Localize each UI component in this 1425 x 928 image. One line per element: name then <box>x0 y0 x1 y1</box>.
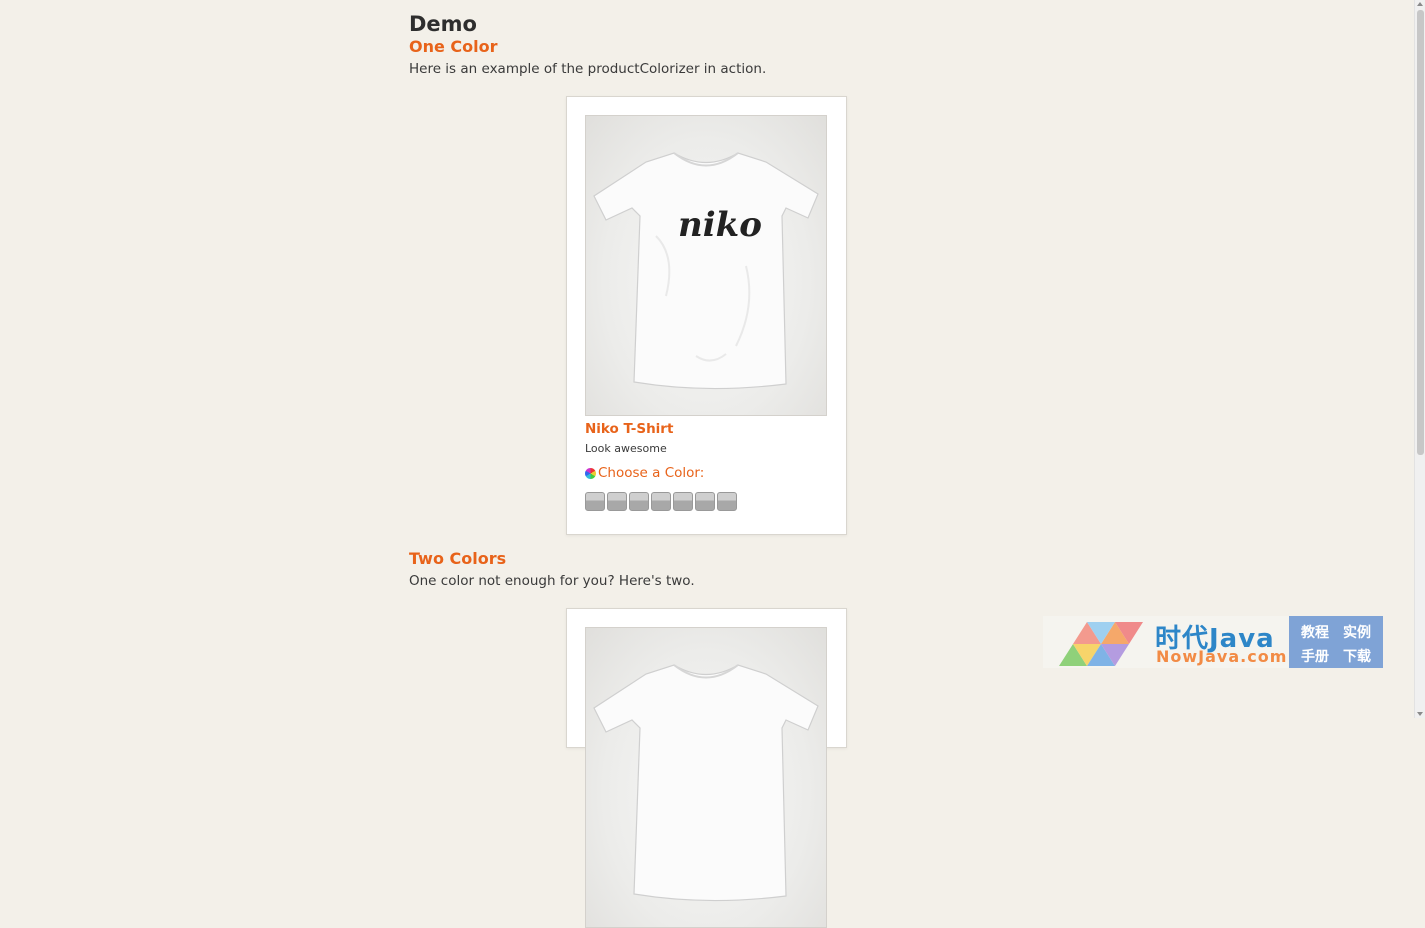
product-card: niko Niko T-Shirt Look awesome Choose a … <box>566 96 847 535</box>
section-title-two-colors: Two Colors <box>409 549 507 568</box>
watermark-en-name: NowJava.com <box>1156 647 1288 666</box>
color-swatch[interactable] <box>585 492 605 511</box>
vertical-scrollbar[interactable] <box>1414 0 1425 718</box>
color-swatch[interactable] <box>651 492 671 511</box>
color-swatch[interactable] <box>607 492 627 511</box>
scroll-up-icon[interactable] <box>1417 2 1423 6</box>
watermark-logo-area: 时代Java NowJava.com <box>1043 616 1289 668</box>
color-swatch[interactable] <box>673 492 693 511</box>
color-swatch[interactable] <box>717 492 737 511</box>
watermark-link-download[interactable]: 下载 <box>1343 646 1371 666</box>
triangle-logo-icon <box>1059 622 1143 666</box>
tshirt-image: niko <box>593 152 819 390</box>
demo-heading: Demo <box>409 12 477 36</box>
shirt-print-text: niko <box>678 205 762 245</box>
scrollbar-thumb[interactable] <box>1417 10 1424 455</box>
color-chooser[interactable]: Choose a Color: <box>585 465 704 481</box>
watermark-link-tutorials[interactable]: 教程 <box>1301 622 1329 642</box>
watermark-link-manual[interactable]: 手册 <box>1301 646 1329 666</box>
section-title-one-color: One Color <box>409 37 498 56</box>
color-swatch[interactable] <box>695 492 715 511</box>
watermark-links: 教程 实例 手册 下载 <box>1289 616 1383 668</box>
section-description-one-color: Here is an example of the productColoriz… <box>409 61 767 77</box>
section-description-two-colors: One color not enough for you? Here's two… <box>409 573 695 589</box>
color-wheel-icon <box>585 467 596 479</box>
watermark-link-examples[interactable]: 实例 <box>1343 622 1371 642</box>
product-image-two-colors <box>585 627 827 928</box>
product-tagline: Look awesome <box>585 442 667 455</box>
product-card-two-colors <box>566 608 847 928</box>
watermark-banner[interactable]: 时代Java NowJava.com 教程 实例 手册 下载 <box>1043 616 1383 668</box>
tshirt-image <box>593 664 819 902</box>
color-swatches <box>585 492 737 511</box>
color-swatch[interactable] <box>629 492 649 511</box>
color-chooser-label: Choose a Color: <box>598 465 705 481</box>
product-image: niko <box>585 115 827 416</box>
product-name[interactable]: Niko T-Shirt <box>585 421 673 437</box>
scroll-down-icon[interactable] <box>1417 712 1423 716</box>
